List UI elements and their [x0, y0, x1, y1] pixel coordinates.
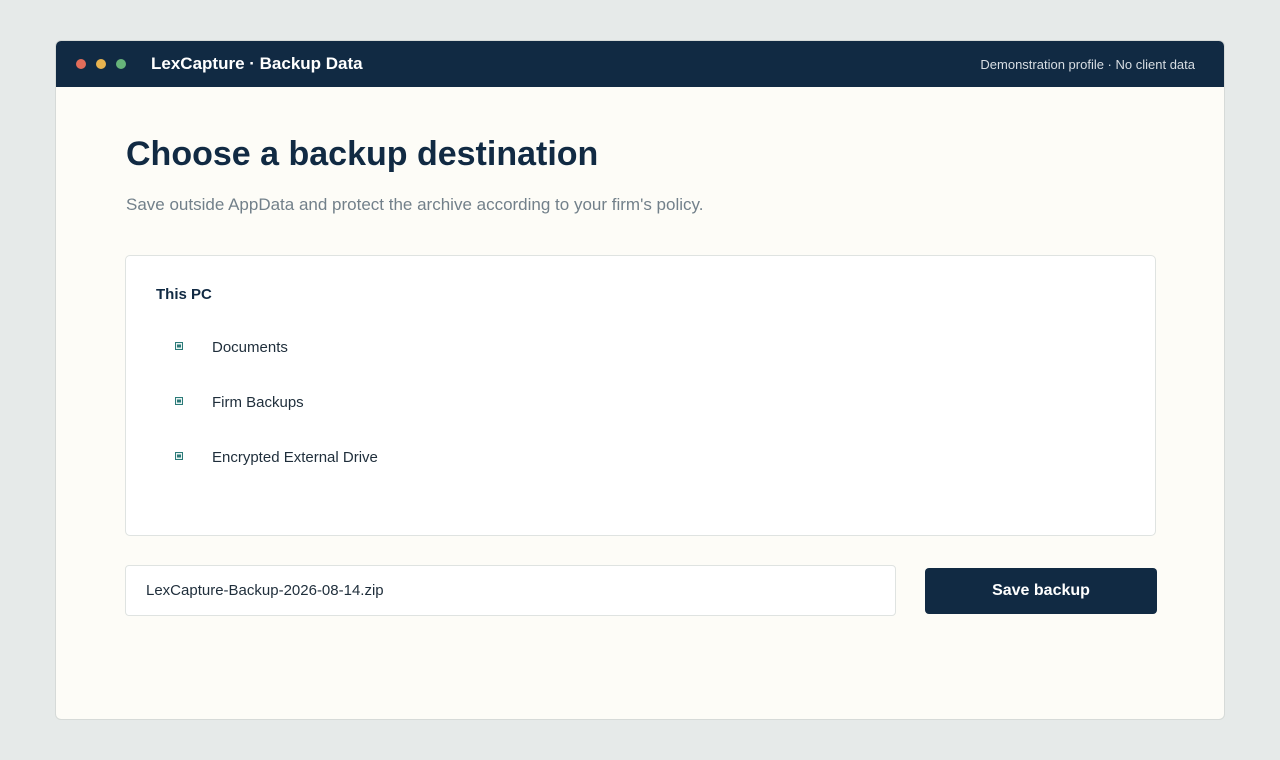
destination-label: Encrypted External Drive	[212, 449, 378, 466]
destination-panel: This PC Documents Firm Backups Encrypted…	[125, 255, 1156, 536]
page-subtitle: Save outside AppData and protect the arc…	[126, 195, 704, 214]
minimize-window-button[interactable]	[96, 59, 106, 69]
page-title: Choose a backup destination	[126, 135, 599, 173]
profile-note: Demonstration profile · No client data	[980, 57, 1195, 72]
folder-icon	[175, 397, 183, 405]
filename-field[interactable]	[125, 565, 896, 616]
destination-group-label: This PC	[156, 286, 212, 303]
title-bar: LexCapture · Backup Data Demonstration p…	[56, 41, 1224, 87]
maximize-window-button[interactable]	[116, 59, 126, 69]
save-backup-button[interactable]: Save backup	[925, 568, 1157, 614]
app-window: LexCapture · Backup Data Demonstration p…	[55, 40, 1225, 720]
destination-item-encrypted-external-drive[interactable]: Encrypted External Drive	[175, 446, 575, 470]
app-title: LexCapture · Backup Data	[151, 54, 363, 73]
close-window-button[interactable]	[76, 59, 86, 69]
destination-item-documents[interactable]: Documents	[175, 336, 575, 360]
folder-icon	[175, 342, 183, 350]
destination-label: Firm Backups	[212, 394, 304, 411]
destination-label: Documents	[212, 339, 288, 356]
drive-icon	[175, 452, 183, 460]
destination-item-firm-backups[interactable]: Firm Backups	[175, 391, 575, 415]
